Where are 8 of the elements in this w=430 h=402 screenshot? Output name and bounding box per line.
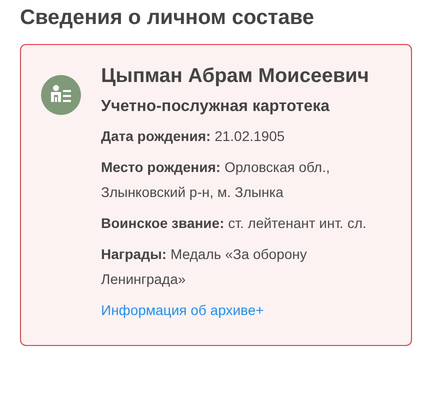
archive-info-link[interactable]: Информация об архиве+ bbox=[101, 298, 264, 323]
info-field: Дата рождения: 21.02.1905 bbox=[101, 124, 371, 149]
person-card-icon bbox=[41, 75, 81, 115]
info-field: Воинское звание: ст. лейтенант инт. сл. bbox=[101, 211, 371, 236]
section-heading: Сведения о личном составе bbox=[20, 6, 316, 30]
info-field: Награды: Медаль «За оборону Ленинграда» bbox=[101, 242, 371, 292]
person-name: Цыпман Абрам Моисеевич bbox=[101, 65, 370, 88]
record-type: Учетно-послужная картотека bbox=[101, 98, 331, 116]
